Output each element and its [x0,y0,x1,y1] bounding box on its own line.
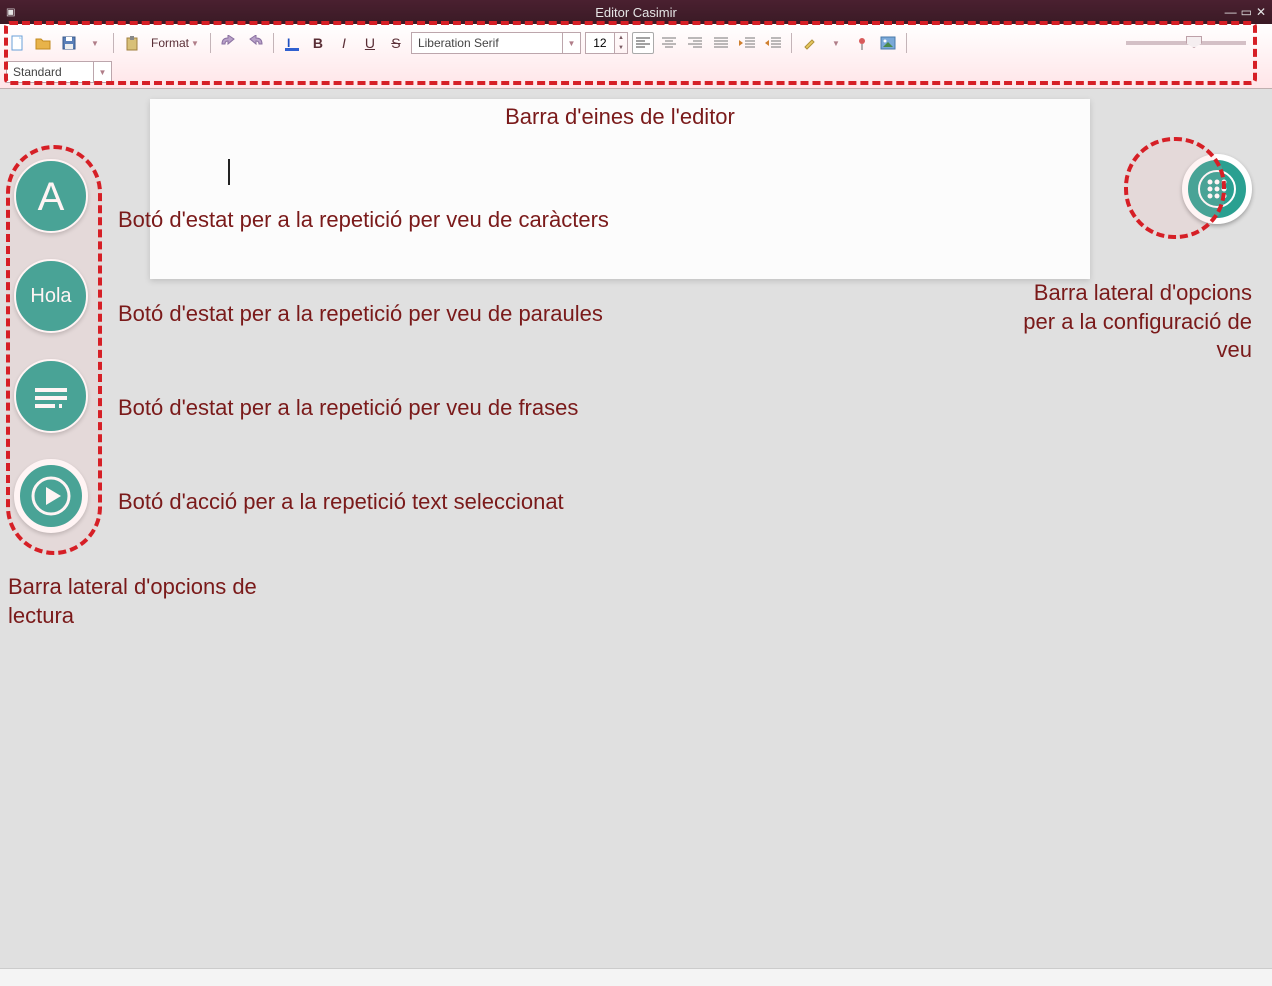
size-up-icon[interactable]: ▲ [615,33,627,43]
align-left-icon[interactable] [632,32,654,54]
font-value: Liberation Serif [412,36,562,50]
toolbar-annotation: Barra d'eines de l'editor [260,103,980,132]
pin-icon[interactable] [851,32,873,54]
sentence-annotation: Botó d'estat per a la repetició per veu … [118,394,578,423]
slider-thumb[interactable] [1186,36,1202,48]
svg-text:A: A [38,175,65,218]
zoom-slider[interactable] [1126,41,1246,45]
word-repeat-button[interactable]: Hola [14,259,88,333]
highlight-dropdown-icon[interactable]: ▼ [825,32,847,54]
align-center-icon[interactable] [658,32,680,54]
content-area: A Hola [0,89,1272,969]
format-label: Format [151,36,189,50]
font-select[interactable]: Liberation Serif ▼ [411,32,581,54]
open-file-icon[interactable] [32,32,54,54]
format-dropdown[interactable]: Format ▼ [147,34,203,52]
maximize-button[interactable]: ▭ [1241,5,1252,19]
italic-icon[interactable]: I [333,32,355,54]
voice-config-button[interactable] [1182,154,1252,224]
editor-toolbar: ▼ Format ▼ I B I U S Liberation Serif ▼ [0,24,1272,89]
save-icon[interactable] [58,32,80,54]
right-sidebar-annotation: Barra lateral d'opcions per a la configu… [1012,279,1252,365]
bold-icon[interactable]: B [307,32,329,54]
highlight-icon[interactable] [799,32,821,54]
style-value: Standard [7,65,93,79]
font-size-value[interactable] [585,32,615,54]
svg-text:I: I [287,36,290,50]
strikethrough-icon[interactable]: S [385,32,407,54]
word-repeat-label: Hola [30,285,71,308]
new-file-icon[interactable] [6,32,28,54]
underline-icon[interactable]: U [359,32,381,54]
save-dropdown-icon[interactable]: ▼ [84,32,106,54]
left-sidebar-annotation: Barra lateral d'opcions de lectura [8,573,288,630]
paste-icon[interactable] [121,32,143,54]
minimize-button[interactable]: — [1225,5,1237,19]
indent-increase-icon[interactable] [762,32,784,54]
size-down-icon[interactable]: ▼ [615,43,627,53]
redo-icon[interactable] [244,32,266,54]
style-select[interactable]: Standard ▼ [6,61,112,83]
align-justify-icon[interactable] [710,32,732,54]
left-sidebar-buttons: A Hola [14,159,88,533]
undo-icon[interactable] [218,32,240,54]
play-annotation: Botó d'acció per a la repetició text sel… [118,488,564,517]
close-button[interactable]: ✕ [1256,5,1266,19]
sentence-repeat-button[interactable] [14,359,88,433]
text-cursor [228,159,230,185]
align-right-icon[interactable] [684,32,706,54]
window-title: Editor Casimir [595,5,677,20]
word-annotation: Botó d'estat per a la repetició per veu … [118,300,603,329]
indent-decrease-icon[interactable] [736,32,758,54]
window-titlebar: ▣ Editor Casimir — ▭ ✕ [0,0,1272,24]
font-color-icon[interactable]: I [281,32,303,54]
image-icon[interactable] [877,32,899,54]
char-repeat-button[interactable]: A [14,159,88,233]
status-bar [0,968,1272,986]
play-selection-button[interactable] [14,459,88,533]
char-annotation: Botó d'estat per a la repetició per veu … [118,206,609,235]
app-icon: ▣ [6,7,15,18]
font-size-spinner[interactable]: ▲ ▼ [585,32,628,54]
